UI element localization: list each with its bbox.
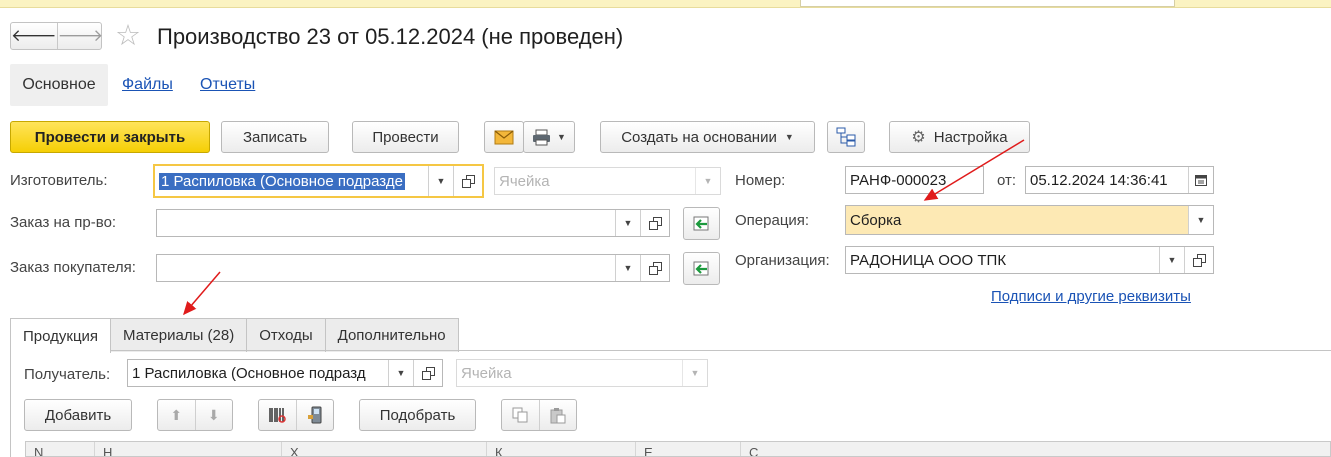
annotation-arrows bbox=[183, 139, 1025, 316]
annotation-arrow-materials bbox=[183, 271, 221, 316]
tab-products[interactable]: Продукция bbox=[10, 318, 112, 353]
annotation-arrow-operation bbox=[923, 139, 1025, 201]
